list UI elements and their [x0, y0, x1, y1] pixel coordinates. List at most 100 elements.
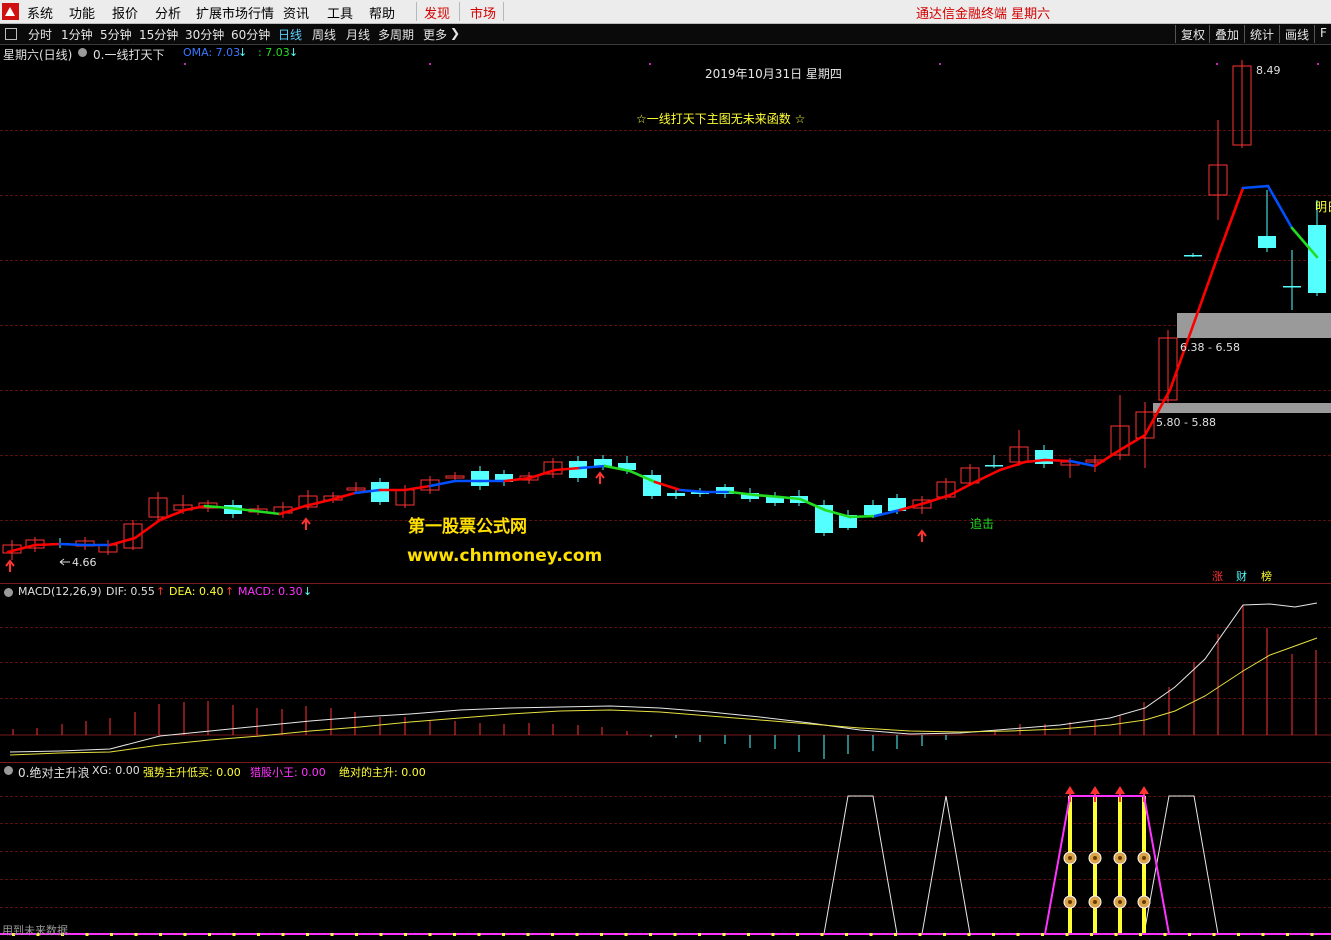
app-logo-icon — [2, 3, 19, 20]
future-data-note: 用到未来数据 — [2, 924, 68, 937]
tab-30min[interactable]: 30分钟 — [185, 26, 224, 43]
menu-item-discover[interactable]: 发现 — [424, 3, 450, 22]
signal-baseline-dot — [1016, 933, 1020, 936]
signal-baseline-dot — [85, 933, 89, 936]
menu-separator — [416, 2, 417, 21]
indicator-name: 0.一线打天下 — [93, 48, 165, 62]
chevron-right-icon: ❯ — [450, 26, 461, 40]
menu-item-extended-market[interactable]: 扩展市场行情 — [196, 3, 274, 22]
menu-item-quote[interactable]: 报价 — [112, 3, 138, 22]
menu-item-market[interactable]: 市场 — [470, 3, 496, 22]
money-bag-mark — [1118, 900, 1122, 904]
signal-baseline-dot — [820, 933, 824, 936]
signal-baseline-dot — [404, 933, 407, 936]
signal-up-arrow-icon — [1139, 786, 1149, 794]
zone-upper-label: 6.38 - 6.58 — [1180, 341, 1240, 354]
candle-body-down — [471, 471, 489, 486]
corner-tag-rank[interactable]: 榜 — [1261, 568, 1272, 584]
money-bag-mark — [1118, 856, 1122, 860]
draw-line-button[interactable]: 画线 — [1279, 25, 1313, 43]
oma-segment — [1043, 458, 1072, 463]
signal-up-arrow-icon — [1090, 786, 1100, 794]
tab-monthly[interactable]: 月线 — [346, 26, 370, 43]
menu-item-function[interactable]: 功能 — [69, 3, 95, 22]
menu-item-tools[interactable]: 工具 — [327, 3, 353, 22]
oma-segment — [253, 509, 282, 516]
signal-baseline-dot — [992, 933, 995, 936]
dea-line — [9, 637, 1318, 756]
statistics-button[interactable]: 统计 — [1244, 25, 1278, 43]
tab-60min[interactable]: 60分钟 — [231, 26, 270, 43]
stock-period-label: 星期六(日线) — [3, 48, 73, 62]
signal-baseline-dot — [208, 933, 211, 936]
window-title: 通达信金融终端 星期六 — [916, 7, 1051, 22]
indicator-toggle-icon[interactable] — [78, 48, 87, 57]
signal-baseline-dot — [967, 933, 971, 936]
watermark-url: www.chnmoney.com — [407, 546, 603, 566]
signal-white-pulse — [1143, 795, 1219, 935]
money-bag-mark — [1142, 900, 1146, 904]
signal-baseline-dot — [845, 933, 848, 936]
watermark-title: 第一股票公式网 — [408, 517, 527, 537]
signal-baseline-dot — [918, 933, 922, 936]
menu-item-help[interactable]: 帮助 — [369, 3, 395, 22]
tab-15min[interactable]: 15分钟 — [139, 26, 178, 43]
signal-baseline-dot — [1212, 933, 1216, 936]
tab-multi-period[interactable]: 多周期 — [378, 26, 414, 43]
menu-item-news[interactable]: 资讯 — [283, 3, 309, 22]
money-bag-mark — [1068, 900, 1072, 904]
menu-bar: 系统 功能 报价 分析 扩展市场行情 资讯 工具 帮助 发现 市场 通达信金融终… — [0, 0, 1331, 24]
signal-baseline-dot — [1139, 933, 1142, 936]
corner-tag-rise[interactable]: 涨 — [1212, 568, 1223, 584]
oma-segment — [1266, 184, 1294, 230]
signal-up-arrow-icon — [1065, 786, 1075, 794]
oma-segment — [848, 514, 877, 519]
tab-weekly[interactable]: 周线 — [312, 26, 336, 43]
signal-baseline-dot — [1237, 933, 1240, 936]
menu-item-analysis[interactable]: 分析 — [155, 3, 181, 22]
candle-body-down — [1308, 225, 1326, 293]
macd-chart[interactable] — [0, 584, 1331, 760]
candle-body-down — [1184, 255, 1202, 257]
signal-baseline-dot — [1114, 933, 1118, 936]
oma-segment — [1241, 184, 1270, 190]
function-key-button[interactable]: F — [1314, 25, 1331, 43]
signal-baseline-dot — [722, 933, 726, 936]
candle-body-down — [1258, 236, 1276, 248]
chase-label: 追击 — [970, 517, 995, 531]
overlay-button[interactable]: 叠加 — [1209, 25, 1243, 43]
signal-baseline-dot — [159, 933, 162, 936]
signal-up-arrow-icon — [1115, 786, 1125, 794]
signal-baseline-dot — [796, 933, 799, 936]
oma-segment — [678, 488, 707, 494]
signal-baseline-dot — [1286, 933, 1289, 936]
menu-separator — [503, 2, 504, 21]
tab-more[interactable]: 更多 — [423, 26, 447, 43]
signal-baseline-dot — [1188, 933, 1191, 936]
arrow-down-icon: ↓ — [238, 46, 248, 59]
signal-chart[interactable] — [0, 762, 1331, 938]
signal-white-pulse — [823, 795, 898, 935]
tab-1min[interactable]: 1分钟 — [61, 26, 93, 43]
corner-tag-finance[interactable]: 财 — [1236, 568, 1247, 584]
signal-baseline-dot — [1090, 933, 1093, 936]
candle-body-down — [985, 465, 1003, 467]
money-bag-mark — [1142, 856, 1146, 860]
signal-baseline-dot — [869, 933, 873, 936]
oma-segment — [108, 536, 137, 547]
toolbar-box-icon[interactable] — [5, 28, 17, 40]
signal-baseline-dot — [110, 933, 113, 936]
tab-5min[interactable]: 5分钟 — [100, 26, 132, 43]
menu-item-system[interactable]: 系统 — [27, 3, 53, 22]
signal-baseline-dot — [379, 933, 383, 936]
oma-segment — [1118, 433, 1147, 452]
tab-intraday[interactable]: 分时 — [28, 26, 52, 43]
restore-rights-button[interactable]: 复权 — [1175, 25, 1209, 43]
oma-segment — [948, 480, 977, 497]
signal-baseline-dot — [747, 933, 750, 936]
signal-baseline-dot — [551, 933, 554, 936]
signal-baseline-dot — [232, 933, 236, 936]
tab-daily[interactable]: 日线 — [278, 26, 302, 43]
signal-baseline-dot — [894, 933, 897, 936]
money-bag-mark — [1093, 900, 1097, 904]
